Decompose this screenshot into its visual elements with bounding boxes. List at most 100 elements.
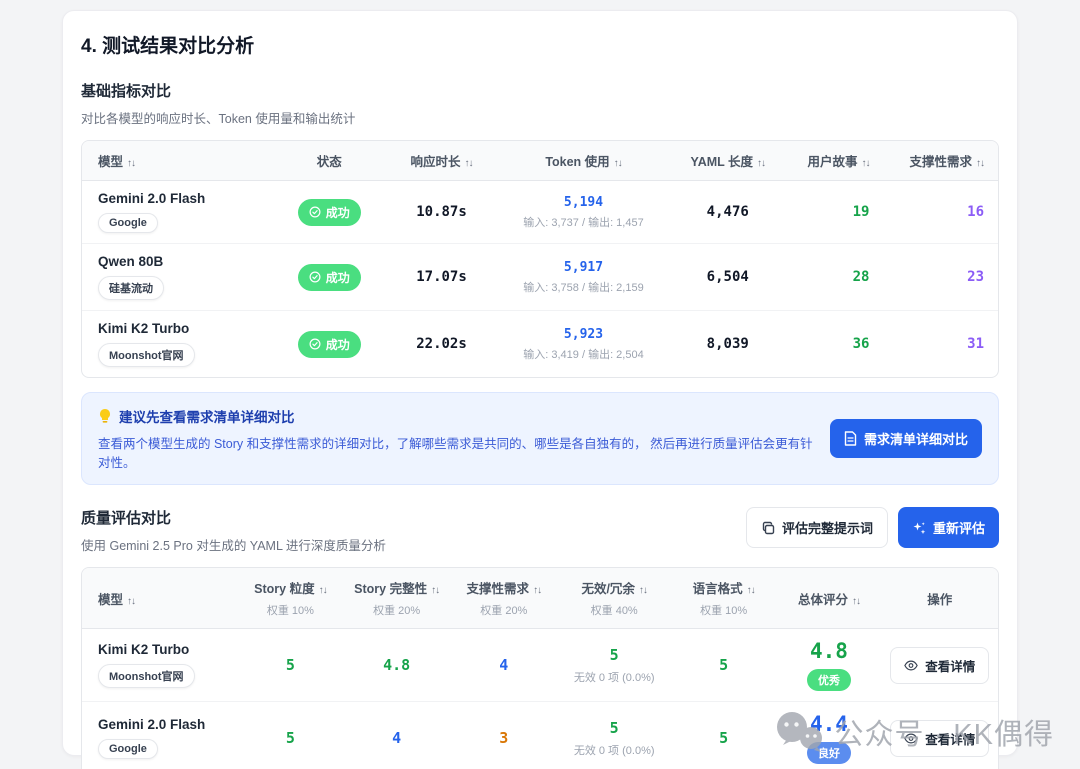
weight-label: 权重 10%	[246, 602, 335, 618]
score-granularity: 5	[286, 729, 295, 747]
score-invalid: 5	[565, 719, 663, 737]
weight-label: 权重 20%	[458, 602, 549, 618]
col-header-model[interactable]: 模型↑↓	[82, 568, 238, 629]
table-row: Kimi K2 TurboMoonshot官网 5 4.8 4 5无效 0 项 …	[82, 629, 998, 702]
col-header-time[interactable]: 响应时长↑↓	[384, 141, 499, 181]
col-header-yaml[interactable]: YAML 长度↑↓	[668, 141, 787, 181]
score-language: 5	[719, 656, 728, 674]
model-name: Kimi K2 Turbo	[98, 321, 266, 336]
col-header-supports[interactable]: 支撑性需求↑↓	[883, 141, 998, 181]
col-header-granularity[interactable]: Story 粒度↑↓权重 10%	[238, 568, 343, 629]
sort-icon[interactable]: ↑↓	[127, 158, 135, 169]
col-header-stories[interactable]: 用户故事↑↓	[787, 141, 883, 181]
yaml-length: 8,039	[707, 336, 749, 352]
sort-icon[interactable]: ↑↓	[639, 585, 647, 596]
score-supports: 3	[499, 729, 508, 747]
document-icon	[844, 431, 857, 446]
token-detail: 输入: 3,419 / 输出: 2,504	[507, 346, 660, 362]
sort-icon[interactable]: ↑↓	[747, 585, 755, 596]
weight-label: 权重 10%	[679, 602, 768, 618]
requirements-compare-button[interactable]: 需求清单详细对比	[830, 419, 982, 458]
col-header-completeness[interactable]: Story 完整性↑↓权重 20%	[343, 568, 450, 629]
sort-icon[interactable]: ↑↓	[465, 158, 473, 169]
banner-title: 建议先查看需求清单详细对比	[98, 406, 814, 426]
col-header-invalid[interactable]: 无效/冗余↑↓权重 40%	[557, 568, 671, 629]
sort-icon[interactable]: ↑↓	[127, 596, 135, 607]
basic-section-title: 基础指标对比	[81, 80, 999, 101]
col-header-status: 状态	[274, 141, 384, 181]
col-header-action: 操作	[882, 568, 998, 629]
invalid-detail: 无效 0 项 (0.0%)	[565, 669, 663, 685]
yaml-length: 4,476	[707, 204, 749, 220]
table-row: Kimi K2 Turbo Moonshot官网 成功 22.02s 5,923 输…	[82, 311, 998, 377]
quality-header-row: 模型↑↓ Story 粒度↑↓权重 10% Story 完整性↑↓权重 20% …	[82, 568, 998, 629]
support-req-count: 16	[967, 204, 984, 220]
eval-prompt-button[interactable]: 评估完整提示词	[746, 507, 888, 548]
basic-metrics-table: 模型↑↓ 状态 响应时长↑↓ Token 使用↑↓ YAML 长度↑↓ 用户故事…	[81, 140, 999, 378]
provider-badge: Moonshot官网	[98, 343, 195, 367]
view-details-button[interactable]: 查看详情	[890, 720, 989, 757]
sort-icon[interactable]: ↑↓	[852, 596, 860, 607]
sort-icon[interactable]: ↑↓	[976, 158, 984, 169]
quality-section-header: 质量评估对比 使用 Gemini 2.5 Pro 对生成的 YAML 进行深度质…	[81, 507, 999, 554]
response-time: 22.02s	[416, 336, 467, 352]
status-badge: 成功	[298, 199, 361, 226]
status-badge: 成功	[298, 331, 361, 358]
token-detail: 输入: 3,758 / 输出: 2,159	[507, 279, 660, 295]
invalid-detail: 无效 0 项 (0.0%)	[565, 742, 663, 758]
view-details-button[interactable]: 查看详情	[890, 647, 989, 684]
grade-badge: 良好	[807, 742, 851, 764]
status-badge: 成功	[298, 264, 361, 291]
token-detail: 输入: 3,737 / 输出: 1,457	[507, 214, 660, 230]
sort-icon[interactable]: ↑↓	[533, 585, 541, 596]
user-stories-count: 36	[853, 336, 870, 352]
provider-badge: Google	[98, 213, 158, 233]
token-total: 5,917	[507, 260, 660, 275]
weight-label: 权重 20%	[351, 602, 442, 618]
yaml-length: 6,504	[707, 269, 749, 285]
sparkles-icon	[912, 521, 926, 535]
sort-icon[interactable]: ↑↓	[757, 158, 765, 169]
col-header-language[interactable]: 语言格式↑↓权重 10%	[671, 568, 776, 629]
col-header-overall[interactable]: 总体评分↑↓	[776, 568, 881, 629]
grade-badge: 优秀	[807, 669, 851, 691]
overall-score: 4.4	[784, 712, 873, 736]
token-total: 5,923	[507, 327, 660, 342]
token-total: 5,194	[507, 195, 660, 210]
response-time: 17.07s	[416, 269, 467, 285]
re-evaluate-button[interactable]: 重新评估	[898, 507, 999, 548]
score-supports: 4	[499, 656, 508, 674]
check-circle-icon	[309, 271, 321, 283]
table-row: Gemini 2.0 Flash Google 成功 10.87s 5,194 输入…	[82, 181, 998, 244]
table-row: Gemini 2.0 FlashGoogle 5 4 3 5无效 0 项 (0.…	[82, 702, 998, 769]
score-granularity: 5	[286, 656, 295, 674]
score-completeness: 4	[392, 729, 401, 747]
weight-label: 权重 40%	[565, 602, 663, 618]
banner-text: 建议先查看需求清单详细对比 查看两个模型生成的 Story 和支撑性需求的详细对…	[98, 406, 814, 471]
page-title: 4. 测试结果对比分析	[81, 31, 999, 58]
score-invalid: 5	[565, 646, 663, 664]
user-stories-count: 19	[853, 204, 870, 220]
col-header-token[interactable]: Token 使用↑↓	[499, 141, 668, 181]
overall-score: 4.8	[784, 639, 873, 663]
model-name: Gemini 2.0 Flash	[98, 191, 266, 206]
col-header-supports[interactable]: 支撑性需求↑↓权重 20%	[450, 568, 557, 629]
sort-icon[interactable]: ↑↓	[861, 158, 869, 169]
check-circle-icon	[309, 206, 321, 218]
results-card: 4. 测试结果对比分析 基础指标对比 对比各模型的响应时长、Token 使用量和…	[62, 10, 1018, 756]
score-language: 5	[719, 729, 728, 747]
quality-section-subtitle: 使用 Gemini 2.5 Pro 对生成的 YAML 进行深度质量分析	[81, 535, 386, 554]
col-header-model[interactable]: 模型↑↓	[82, 141, 274, 181]
table-row: Qwen 80B硅基流动 成功 17.07s 5,917输入: 3,758 / …	[82, 244, 998, 311]
copy-icon	[761, 521, 775, 535]
response-time: 10.87s	[416, 204, 467, 220]
banner-body: 查看两个模型生成的 Story 和支撑性需求的详细对比，了解哪些需求是共同的、哪…	[98, 433, 814, 471]
sort-icon[interactable]: ↑↓	[431, 585, 439, 596]
model-name: Kimi K2 Turbo	[98, 642, 230, 657]
quality-section-title: 质量评估对比	[81, 507, 386, 528]
check-circle-icon	[309, 338, 321, 350]
support-req-count: 23	[967, 269, 984, 285]
sort-icon[interactable]: ↑↓	[614, 158, 622, 169]
sort-icon[interactable]: ↑↓	[319, 585, 327, 596]
basic-header-row: 模型↑↓ 状态 响应时长↑↓ Token 使用↑↓ YAML 长度↑↓ 用户故事…	[82, 141, 998, 181]
